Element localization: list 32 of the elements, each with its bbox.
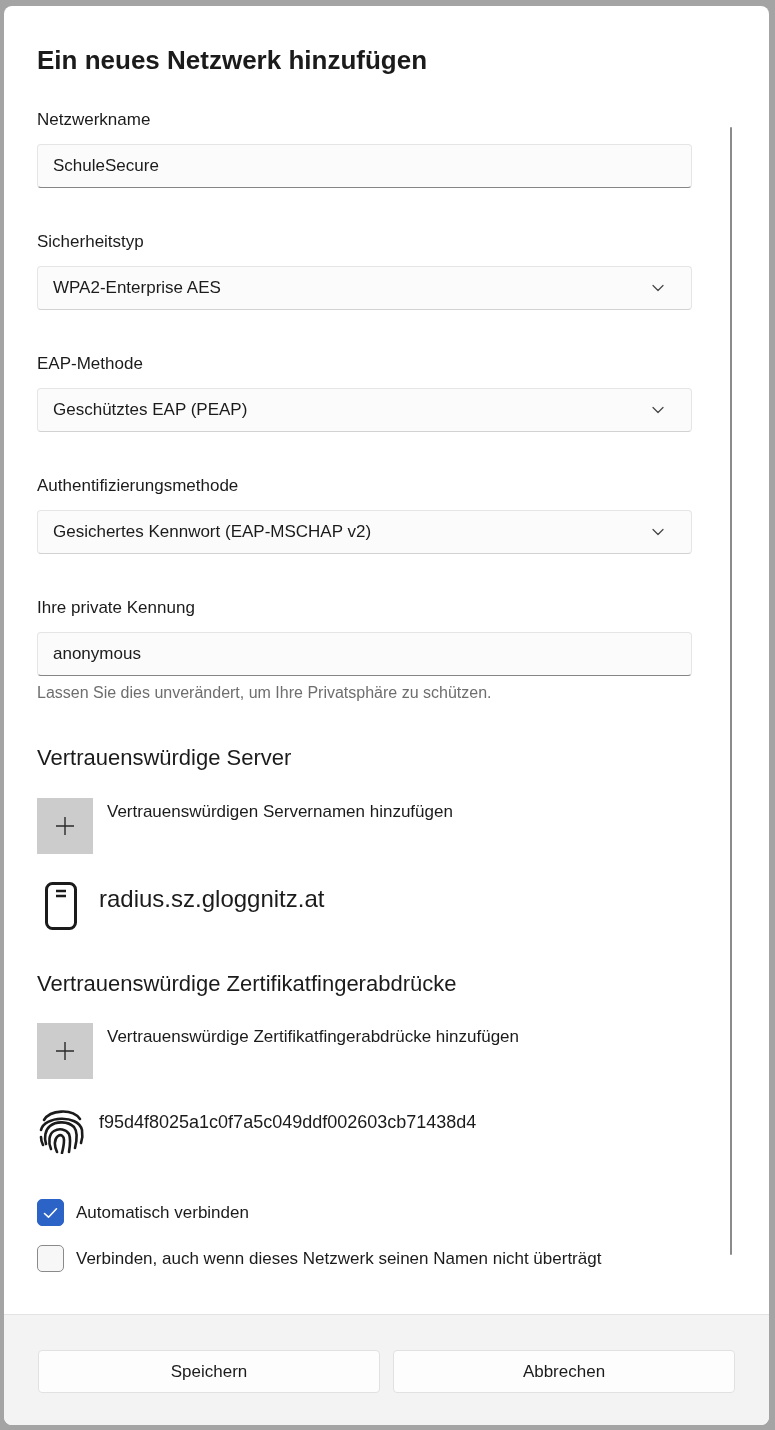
text-field[interactable]: SchuleSecure — [37, 144, 692, 188]
checkbox[interactable] — [37, 1199, 64, 1226]
text-field[interactable]: anonymous — [37, 632, 692, 676]
cancel-button[interactable]: Abbrechen — [393, 1350, 735, 1393]
check-icon — [43, 1206, 58, 1219]
dropdown-field[interactable]: Gesichertes Kennwort (EAP-MSCHAP v2) — [37, 510, 692, 554]
checkbox-label: Verbinden, auch wenn dieses Netzwerk seinen Namen nicht überträgt — [76, 1247, 602, 1270]
field-label: Authentifizierungsmethode — [37, 475, 239, 497]
scrollbar[interactable] — [730, 127, 732, 1255]
fingerprint-value: f95d4f8025a1c0f7a5c049ddf002603cb71438d4 — [99, 1111, 477, 1134]
field-label: EAP-Methode — [37, 353, 143, 375]
dialog-title: Ein neues Netzwerk hinzufügen — [37, 45, 428, 76]
add-fingerprint-button[interactable]: Vertrauenswürdige Zertifikatfingerabdrücke hinzufügen — [37, 1023, 520, 1079]
section-heading: Vertrauenswürdige Server — [37, 744, 292, 772]
checkbox-label: Automatisch verbinden — [76, 1201, 249, 1224]
plus-icon — [37, 798, 93, 854]
server-icon — [45, 882, 77, 930]
field-label: Netzwerkname — [37, 109, 151, 131]
add-server-button[interactable]: Vertrauenswürdigen Servernamen hinzufügen — [37, 798, 453, 854]
chevron-down-icon — [652, 528, 664, 536]
server-name: radius.sz.gloggnitz.at — [99, 884, 325, 914]
chevron-down-icon — [652, 284, 664, 292]
dropdown-field[interactable]: Geschütztes EAP (PEAP) — [37, 388, 692, 432]
save-button[interactable]: Speichern — [38, 1350, 380, 1393]
field-label: Sicherheitstyp — [37, 231, 144, 253]
checkbox[interactable] — [37, 1245, 64, 1272]
dropdown-field[interactable]: WPA2-Enterprise AES — [37, 266, 692, 310]
field-label: Ihre private Kennung — [37, 597, 195, 619]
plus-icon — [37, 1023, 93, 1079]
helper-text: Lassen Sie dies unverändert, um Ihre Privatsphäre zu schützen. — [37, 683, 492, 703]
section-heading: Vertrauenswürdige Zertifikatfingerabdrücke — [37, 970, 457, 998]
chevron-down-icon — [652, 406, 664, 414]
